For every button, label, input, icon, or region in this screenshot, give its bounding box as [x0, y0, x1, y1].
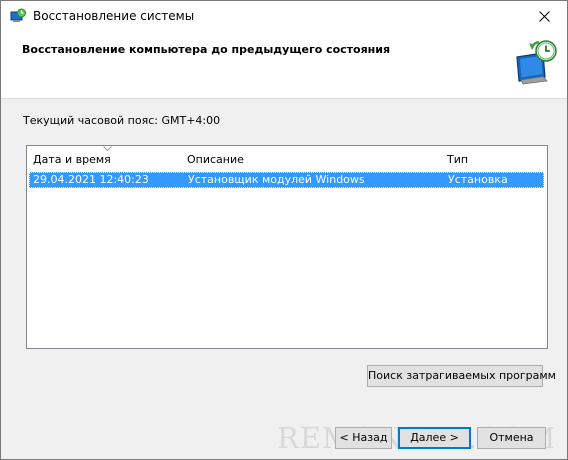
scan-affected-programs-button[interactable]: Поиск затрагиваемых программ	[367, 365, 556, 387]
close-icon	[539, 11, 550, 22]
window-title: Восстановление системы	[33, 9, 195, 23]
table-row[interactable]: 29.04.2021 12:40:23 Установщик модулей W…	[29, 172, 544, 188]
system-restore-icon	[516, 40, 557, 85]
row-date-cell: 29.04.2021 12:40:23	[33, 173, 149, 186]
title-bar: Восстановление системы	[1, 1, 567, 33]
row-type-cell: Установка	[448, 173, 508, 186]
timezone-label: Текущий часовой пояс: GMT+4:00	[23, 114, 221, 127]
restore-points-list[interactable]: Дата и время Описание Тип 29.04.2021 12:…	[26, 145, 548, 349]
wizard-header: Восстановление компьютера до предыдущего…	[1, 33, 567, 99]
next-button[interactable]: Далее >	[398, 427, 471, 449]
column-header-date[interactable]: Дата и время	[33, 153, 111, 166]
row-description-cell: Установщик модулей Windows	[188, 173, 365, 186]
system-restore-icon	[10, 8, 26, 22]
sort-arrow-icon	[103, 146, 112, 151]
page-title: Восстановление компьютера до предыдущего…	[22, 43, 391, 56]
cancel-button[interactable]: Отмена	[477, 427, 546, 449]
back-button[interactable]: < Назад	[335, 427, 392, 449]
close-button[interactable]	[523, 1, 567, 33]
system-restore-window: Восстановление системы Восстановление ко…	[0, 0, 568, 460]
column-header-type[interactable]: Тип	[447, 153, 468, 166]
column-header-description[interactable]: Описание	[187, 153, 244, 166]
